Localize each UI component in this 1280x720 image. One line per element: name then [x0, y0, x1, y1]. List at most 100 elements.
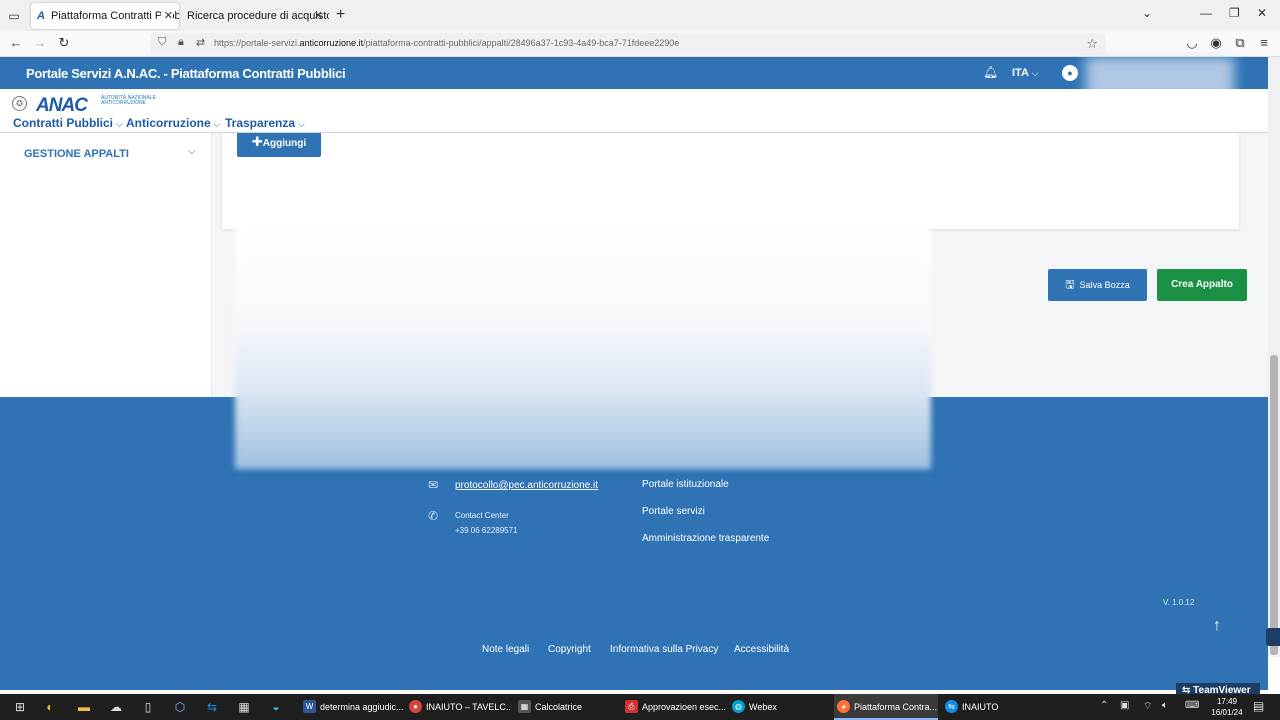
anac-favicon-icon: A	[37, 10, 45, 22]
taskbar-app-active[interactable]: ◕ Piattaforma Contra...	[834, 694, 938, 720]
add-button[interactable]: ✚Aggiungi	[237, 133, 321, 157]
browser-tab-bar: ▭ A Piattaforma Contratti Pubblici | ✕ R…	[0, 0, 1280, 31]
pdf-icon: ⎙	[625, 700, 638, 713]
anac-logo-subtitle: AUTORITÀ NAZIONALE ANTICORRUZIONE	[101, 95, 156, 106]
redacted-panel	[235, 225, 931, 469]
taskbar-app[interactable]: ◍ Webex	[729, 694, 829, 720]
file-explorer-icon[interactable]: ▬	[76, 699, 92, 715]
windows-taskbar: ⊞ ◐ ▬ ☁ ▯ ⬡ ⇆ ▦ ◒ W determina aggiudic..…	[0, 694, 1280, 720]
save-draft-button[interactable]: 🖫︎ Salva Bozza	[1048, 269, 1147, 301]
account-icon[interactable]: ◉	[1208, 35, 1224, 51]
version-label: V. 1.0.12	[1163, 598, 1195, 607]
pinned-app-icon[interactable]: ◐	[42, 699, 58, 715]
webex-icon: ◍	[732, 700, 745, 713]
chevron-down-icon[interactable]: ⌵	[188, 146, 196, 157]
url-text[interactable]: https://portale-servizi.anticorruzione.i…	[214, 38, 679, 48]
minimize-icon[interactable]: —	[1200, 6, 1212, 20]
portal-subheader: ✪ ANAC AUTORITÀ NAZIONALE ANTICORRUZIONE…	[0, 89, 1268, 133]
menu-anticorruzione[interactable]: Anticorruzione ⌵	[126, 116, 221, 130]
taskbar-app[interactable]: ⎙ Approvazioen esec...	[622, 694, 726, 720]
close-window-icon[interactable]: ✕	[1257, 6, 1267, 20]
footer-link-accessibilita[interactable]: Accessibilità	[734, 644, 789, 655]
browser-tab-active[interactable]: A Piattaforma Contratti Pubblici | ✕	[31, 3, 179, 29]
contact-phone: +39 06 62289571	[455, 526, 518, 535]
footer-link-amministrazione-trasparente[interactable]: Amministrazione trasparente	[642, 533, 769, 544]
bookmark-star-icon[interactable]: ☆	[1086, 36, 1098, 52]
portal-title[interactable]: Portale Servizi A.N.AC. - Piattaforma Co…	[26, 66, 346, 81]
edge-icon[interactable]: ◒	[268, 699, 284, 715]
language-selector[interactable]: ITA ⌵	[1012, 67, 1038, 79]
phone-icon: ✆	[428, 509, 439, 523]
calculator-icon[interactable]: ▦	[236, 699, 252, 715]
tab-list-icon[interactable]: ▭	[6, 8, 22, 24]
lock-icon[interactable]: 🔒︎	[178, 36, 184, 49]
calculator-icon: ▦	[518, 700, 531, 713]
tray-device-icon[interactable]: ▣	[1120, 700, 1129, 711]
taskbar-app[interactable]: ● INAIUTO – TAVELC...	[406, 694, 510, 720]
taskbar-app[interactable]: ⇆ INAIUTO	[942, 694, 1032, 720]
wifi-icon[interactable]: ⌔	[1143, 700, 1152, 713]
user-avatar-icon[interactable]: ●	[1062, 65, 1078, 81]
browser-navigation-bar: ← → ↻ ⛉ 🔒︎ ⇄ https://portale-servizi.ant…	[0, 31, 1280, 57]
new-tab-icon[interactable]: +	[336, 6, 345, 24]
envelope-icon: ✉	[428, 478, 439, 492]
tray-chevron-up-icon[interactable]: ⌃	[1100, 700, 1108, 711]
footer-link-portale-istituzionale[interactable]: Portale istituzionale	[642, 479, 729, 490]
teamviewer-icon[interactable]: ⇆	[204, 699, 220, 715]
chevron-down-icon: ⌵	[116, 119, 123, 129]
page-scrollbar-thumb[interactable]	[1270, 355, 1278, 655]
close-tab-icon[interactable]: ✕	[314, 3, 323, 29]
chevron-down-icon: ⌵	[1031, 68, 1039, 78]
chrome-icon: ●	[409, 700, 422, 713]
arrow-up-icon[interactable]: ↑	[1213, 617, 1221, 635]
teamviewer-side-handle[interactable]	[1266, 628, 1280, 646]
menu-trasparenza[interactable]: Trasparenza ⌵	[225, 116, 305, 130]
browser-tab[interactable]: Ricerca procedure di acquisto ✕	[181, 3, 329, 29]
taskbar-clock[interactable]: 17:49 16/01/24	[1209, 696, 1245, 718]
plus-icon: ✚	[251, 134, 263, 149]
shield-icon[interactable]: ⛉	[158, 36, 166, 49]
back-icon[interactable]: ←	[8, 35, 24, 51]
clock-date: 16/01/24	[1211, 708, 1243, 717]
sidebar-section-gestione-appalti[interactable]: GESTIONE APPALTI	[24, 148, 129, 160]
restore-icon[interactable]: ❐	[1229, 6, 1240, 20]
teamviewer-icon: ⇆	[945, 700, 958, 713]
tab-title: Ricerca procedure di acquisto	[187, 10, 329, 22]
notifications-icon[interactable]: ▤	[1253, 699, 1264, 713]
reload-icon[interactable]: ↻	[56, 35, 72, 51]
close-tab-icon[interactable]: ✕	[160, 3, 173, 29]
create-appalto-button[interactable]: Crea Appalto	[1157, 269, 1247, 301]
keyboard-icon[interactable]: ⌨	[1185, 700, 1199, 711]
pinned-app-icon[interactable]: ⬡	[172, 699, 188, 715]
chevron-down-icon: ⌵	[298, 119, 305, 129]
italian-emblem-icon: ✪	[12, 96, 27, 111]
windows-start-icon[interactable]: ⊞	[12, 699, 28, 715]
word-icon: W	[303, 700, 316, 713]
address-bar[interactable]: ⛉ 🔒︎ ⇄ https://portale-servizi.anticorru…	[150, 33, 1106, 55]
footer-link-note-legali[interactable]: Note legali	[482, 644, 529, 655]
pocket-icon[interactable]: ◡	[1184, 35, 1200, 51]
forward-icon[interactable]: →	[32, 35, 48, 51]
pinned-app-icon[interactable]: ☁	[108, 699, 124, 715]
form-card	[222, 133, 1239, 229]
volume-icon[interactable]: 🔈︎	[1162, 700, 1168, 711]
taskbar-app[interactable]: ▦ Calcolatrice	[515, 694, 619, 720]
menu-contratti-pubblici[interactable]: Contratti Pubblici ⌵	[13, 116, 123, 130]
extensions-icon[interactable]: ⧉	[1232, 35, 1248, 51]
firefox-icon: ◕	[837, 700, 850, 713]
taskbar-app[interactable]: W determina aggiudic...	[300, 694, 404, 720]
floppy-disk-icon: 🖫︎	[1065, 279, 1075, 291]
footer-link-portale-servizi[interactable]: Portale servizi	[642, 506, 705, 517]
footer-link-copyright[interactable]: Copyright	[548, 644, 591, 655]
footer-link-privacy[interactable]: Informativa sulla Privacy	[610, 644, 718, 655]
tab-overflow-chevron-icon[interactable]: ⌄	[1142, 6, 1152, 20]
bell-icon[interactable]: 🔔︎	[983, 65, 998, 79]
clock-time: 17:49	[1216, 697, 1238, 706]
menu-hamburger-icon[interactable]: ≡	[1256, 35, 1272, 51]
permissions-icon[interactable]: ⇄	[196, 36, 205, 49]
footer-email-link[interactable]: protocollo@pec.anticorruzione.it	[455, 480, 598, 491]
portal-header: Portale Servizi A.N.AC. - Piattaforma Co…	[0, 57, 1268, 99]
notepad-icon[interactable]: ▯	[140, 699, 156, 715]
contact-center-label: Contact Center	[455, 511, 509, 520]
anac-logo[interactable]: ANAC	[36, 95, 88, 117]
